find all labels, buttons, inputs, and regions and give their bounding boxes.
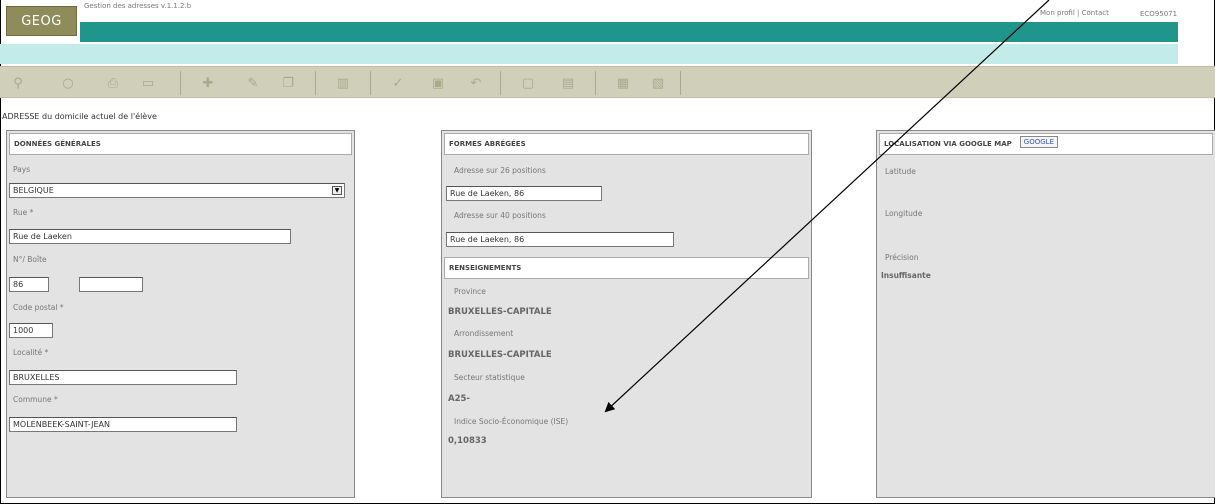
undo-icon[interactable]: ↶ [468, 75, 484, 91]
toolbar-separator [180, 71, 181, 95]
subheader-bar [0, 44, 1178, 64]
geo-heading: LOCALISATION VIA GOOGLE MAP Google [879, 133, 1213, 155]
add-icon[interactable]: ✚ [200, 75, 216, 91]
addr40-input[interactable]: Rue de Laeken, 86 [446, 232, 674, 247]
header-bar [80, 22, 1178, 42]
province-value: BRUXELLES-CAPITALE [448, 307, 552, 317]
postcode-input[interactable]: 1000 [9, 323, 53, 338]
addr40-label: Adresse sur 40 positions [454, 211, 546, 220]
check-icon[interactable]: ✓ [390, 75, 406, 91]
precision-value: Insuffisante [881, 271, 931, 280]
magnifier-icon[interactable]: ○ [60, 75, 76, 91]
box-input[interactable] [79, 277, 143, 292]
info-heading: RENSEIGNEMENTS [444, 257, 809, 279]
toolbar-separator [370, 71, 371, 95]
short-forms-panel: FORMES ABRÉGÉES Adresse sur 26 positions… [441, 130, 812, 498]
precision-label: Précision [885, 253, 919, 262]
toolbar-separator [500, 71, 501, 95]
geo-heading-text: LOCALISATION VIA GOOGLE MAP [884, 140, 1012, 148]
country-select[interactable]: BELGIQUE ▼ [9, 183, 345, 198]
longitude-label: Longitude [885, 209, 923, 218]
delete-icon[interactable]: ▥ [335, 75, 351, 91]
locality-input[interactable]: BRUXELLES [9, 370, 237, 385]
commune-input[interactable]: MOLENBEEK-SAINT-JEAN [9, 417, 237, 432]
sector-label: Secteur statistique [454, 373, 525, 382]
general-heading: DONNÉES GÉNÉRALES [9, 133, 352, 155]
chevron-down-icon[interactable]: ▼ [332, 186, 342, 195]
number-input[interactable]: 86 [9, 277, 49, 292]
page-title: ADRESSE du domicile actuel de l'élève [2, 112, 157, 121]
latitude-label: Latitude [885, 167, 916, 176]
addr26-label: Adresse sur 26 positions [454, 166, 546, 175]
geo-panel: LOCALISATION VIA GOOGLE MAP Google Latit… [876, 130, 1215, 498]
country-value: BELGIQUE [13, 186, 54, 195]
general-panel: DONNÉES GÉNÉRALES Pays BELGIQUE ▼ Rue * … [6, 130, 355, 498]
street-input[interactable]: Rue de Laeken [9, 229, 291, 244]
toolbar-separator [315, 71, 316, 95]
user-code: ECO95071 [1140, 10, 1178, 18]
link-separator: | [1077, 9, 1080, 17]
calendar-icon[interactable]: ▦ [615, 75, 631, 91]
new-document-icon[interactable]: ▢ [520, 75, 536, 91]
street-label: Rue * [13, 208, 34, 217]
addr26-input[interactable]: Rue de Laeken, 86 [446, 186, 602, 201]
country-label: Pays [13, 165, 31, 174]
copy-icon[interactable]: ▭ [140, 75, 156, 91]
export-icon[interactable]: ▧ [650, 75, 666, 91]
geog-logo[interactable]: GEOG [6, 6, 77, 36]
profile-link[interactable]: Mon profil [1040, 9, 1075, 17]
toolbar-separator [595, 71, 596, 95]
short-forms-heading: FORMES ABRÉGÉES [444, 133, 809, 155]
toolbar: ⚲ ○ ⎙ ▭ ✚ ✎ ❐ ▥ ✓ ▣ ↶ ▢ ▤ ▦ ▧ [0, 66, 1215, 98]
save-icon[interactable]: ▣ [430, 75, 446, 91]
ise-value: 0,10833 [448, 436, 487, 446]
printer-icon[interactable]: ▤ [560, 75, 576, 91]
top-links: Mon profil | Contact [1040, 9, 1109, 17]
contact-link[interactable]: Contact [1082, 9, 1109, 17]
province-label: Province [454, 287, 486, 296]
sector-value: A25- [448, 394, 470, 404]
duplicate-icon[interactable]: ❐ [280, 75, 296, 91]
district-value: BRUXELLES-CAPITALE [448, 350, 552, 360]
binoculars-icon[interactable]: ⚲ [10, 75, 26, 91]
google-map-button[interactable]: Google [1019, 136, 1058, 148]
number-label: N°/ Boîte [13, 255, 47, 264]
edit-icon[interactable]: ✎ [245, 75, 261, 91]
locality-label: Localité * [13, 348, 49, 357]
commune-label: Commune * [13, 395, 58, 404]
postcode-label: Code postal * [13, 303, 64, 312]
district-label: Arrondissement [454, 329, 514, 338]
app-title: Gestion des adresses v.1.1.2.b [84, 2, 192, 10]
ise-label: Indice Socio-Économique (ISE) [454, 417, 569, 426]
print-icon[interactable]: ⎙ [105, 75, 121, 91]
toolbar-separator [680, 71, 681, 95]
